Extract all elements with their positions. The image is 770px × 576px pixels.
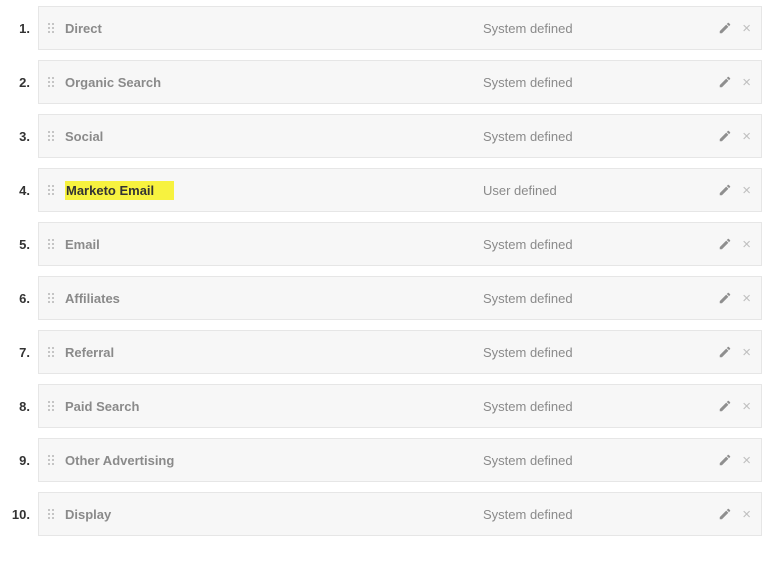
row-number: 7. <box>8 345 38 360</box>
drag-handle-icon[interactable] <box>39 131 63 141</box>
row-number: 3. <box>8 129 38 144</box>
drag-handle-icon[interactable] <box>39 293 63 303</box>
drag-handle-icon[interactable] <box>39 401 63 411</box>
close-icon[interactable]: × <box>742 453 751 468</box>
pencil-icon[interactable] <box>718 291 732 305</box>
channel-row: 2. Organic SearchSystem defined × <box>8 60 762 104</box>
channel-row: 5. EmailSystem defined × <box>8 222 762 266</box>
channel-name: Referral <box>63 345 483 360</box>
channel-name: Paid Search <box>63 399 483 414</box>
row-actions: × <box>697 183 761 198</box>
channel-type: System defined <box>483 399 697 414</box>
channel-row: 9. Other AdvertisingSystem defined × <box>8 438 762 482</box>
channel-type: System defined <box>483 453 697 468</box>
row-actions: × <box>697 399 761 414</box>
drag-handle-icon[interactable] <box>39 23 63 33</box>
channel-card[interactable]: DisplaySystem defined × <box>38 492 762 536</box>
close-icon[interactable]: × <box>742 345 751 360</box>
channel-name: Display <box>63 507 483 522</box>
channel-row: 8. Paid SearchSystem defined × <box>8 384 762 428</box>
channel-name: Marketo Email <box>63 183 483 198</box>
drag-handle-icon[interactable] <box>39 347 63 357</box>
channel-row: 10. DisplaySystem defined × <box>8 492 762 536</box>
row-number: 4. <box>8 183 38 198</box>
close-icon[interactable]: × <box>742 21 751 36</box>
close-icon[interactable]: × <box>742 183 751 198</box>
pencil-icon[interactable] <box>718 75 732 89</box>
row-number: 8. <box>8 399 38 414</box>
channel-card[interactable]: ReferralSystem defined × <box>38 330 762 374</box>
channel-name: Organic Search <box>63 75 483 90</box>
channel-card[interactable]: EmailSystem defined × <box>38 222 762 266</box>
close-icon[interactable]: × <box>742 237 751 252</box>
pencil-icon[interactable] <box>718 237 732 251</box>
channel-type: User defined <box>483 183 697 198</box>
channel-card[interactable]: SocialSystem defined × <box>38 114 762 158</box>
channel-name: Affiliates <box>63 291 483 306</box>
pencil-icon[interactable] <box>718 183 732 197</box>
channel-row: 1. DirectSystem defined × <box>8 6 762 50</box>
channel-name: Social <box>63 129 483 144</box>
pencil-icon[interactable] <box>718 129 732 143</box>
row-actions: × <box>697 291 761 306</box>
channel-type: System defined <box>483 345 697 360</box>
row-number: 10. <box>8 507 38 522</box>
row-actions: × <box>697 453 761 468</box>
close-icon[interactable]: × <box>742 399 751 414</box>
channel-row: 7. ReferralSystem defined × <box>8 330 762 374</box>
close-icon[interactable]: × <box>742 291 751 306</box>
drag-handle-icon[interactable] <box>39 77 63 87</box>
pencil-icon[interactable] <box>718 453 732 467</box>
close-icon[interactable]: × <box>742 507 751 522</box>
channel-name: Other Advertising <box>63 453 483 468</box>
channel-list: 1.DirectSystem defined×2.Organic SearchS… <box>8 6 762 536</box>
channel-type: System defined <box>483 291 697 306</box>
channel-card[interactable]: AffiliatesSystem defined × <box>38 276 762 320</box>
row-number: 2. <box>8 75 38 90</box>
pencil-icon[interactable] <box>718 21 732 35</box>
pencil-icon[interactable] <box>718 507 732 521</box>
channel-card[interactable]: Other AdvertisingSystem defined × <box>38 438 762 482</box>
row-actions: × <box>697 507 761 522</box>
row-actions: × <box>697 21 761 36</box>
drag-handle-icon[interactable] <box>39 185 63 195</box>
channel-name: Direct <box>63 21 483 36</box>
pencil-icon[interactable] <box>718 399 732 413</box>
row-actions: × <box>697 129 761 144</box>
channel-type: System defined <box>483 129 697 144</box>
channel-name: Email <box>63 237 483 252</box>
channel-type: System defined <box>483 21 697 36</box>
row-actions: × <box>697 75 761 90</box>
drag-handle-icon[interactable] <box>39 239 63 249</box>
close-icon[interactable]: × <box>742 75 751 90</box>
drag-handle-icon[interactable] <box>39 455 63 465</box>
channel-row: 3. SocialSystem defined × <box>8 114 762 158</box>
row-actions: × <box>697 237 761 252</box>
channel-card[interactable]: Paid SearchSystem defined × <box>38 384 762 428</box>
channel-type: System defined <box>483 75 697 90</box>
drag-handle-icon[interactable] <box>39 509 63 519</box>
pencil-icon[interactable] <box>718 345 732 359</box>
channel-type: System defined <box>483 237 697 252</box>
row-number: 5. <box>8 237 38 252</box>
channel-card[interactable]: Organic SearchSystem defined × <box>38 60 762 104</box>
row-number: 9. <box>8 453 38 468</box>
channel-row: 6. AffiliatesSystem defined × <box>8 276 762 320</box>
row-number: 6. <box>8 291 38 306</box>
row-actions: × <box>697 345 761 360</box>
channel-type: System defined <box>483 507 697 522</box>
row-number: 1. <box>8 21 38 36</box>
channel-card[interactable]: Marketo Email User defined × <box>38 168 762 212</box>
channel-row: 4. Marketo Email User defined × <box>8 168 762 212</box>
channel-card[interactable]: DirectSystem defined × <box>38 6 762 50</box>
close-icon[interactable]: × <box>742 129 751 144</box>
